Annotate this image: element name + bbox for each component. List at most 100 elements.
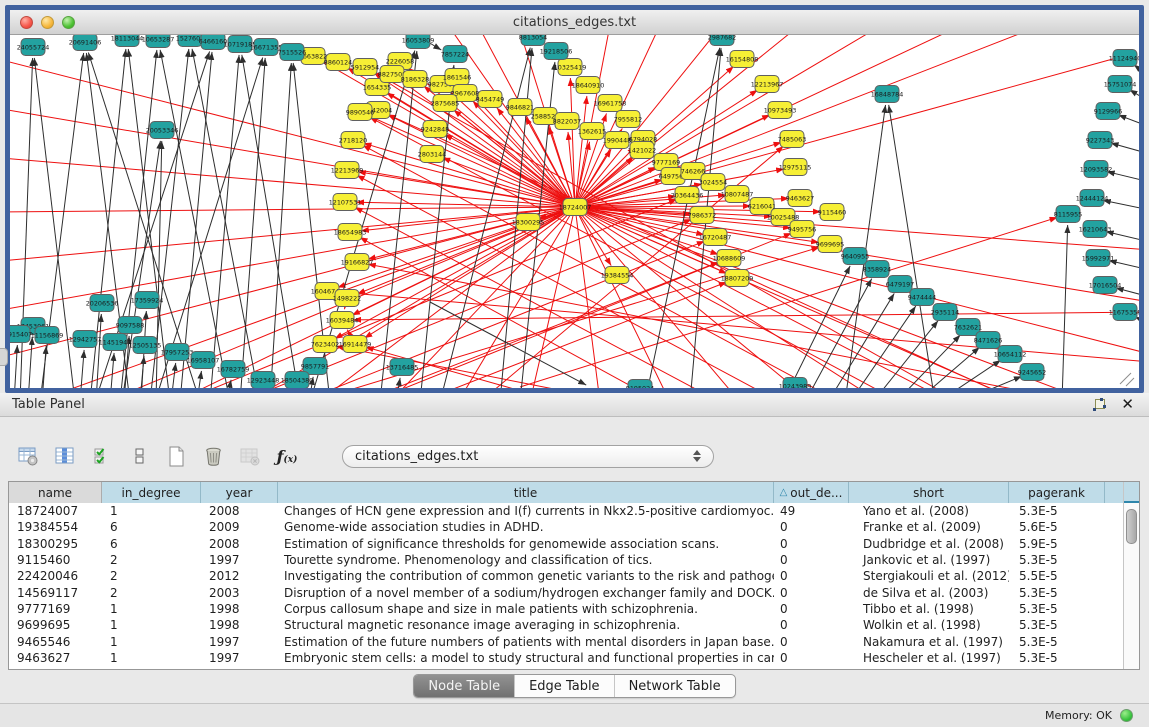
graph-node[interactable]: 10654112 — [994, 346, 1027, 363]
graph-node[interactable]: 9474444 — [908, 289, 936, 306]
graph-node[interactable]: 8454749 — [476, 91, 504, 108]
table-row[interactable]: 969969511998Structural magnetic resonanc… — [9, 617, 1139, 633]
graph-node[interactable]: 10973493 — [764, 102, 797, 119]
graph-node[interactable]: 8358924 — [863, 261, 891, 278]
graph-node[interactable]: 16848784 — [871, 86, 904, 103]
graph-node[interactable]: 17016504 — [1089, 277, 1122, 294]
graph-node[interactable]: 12213967 — [751, 76, 784, 93]
table-vertical-scrollbar[interactable] — [1123, 482, 1139, 669]
table-row[interactable]: 911546021997Tourette syndrome. Phenomeno… — [9, 552, 1139, 568]
graph-node[interactable]: 8186328 — [401, 71, 429, 88]
graph-node[interactable]: 9890546 — [346, 104, 374, 121]
graph-node[interactable]: 2718120 — [339, 132, 367, 149]
graph-node[interactable]: 16914479 — [339, 336, 372, 353]
graph-node[interactable]: 19218506 — [540, 43, 573, 60]
graph-node[interactable]: 18724007 — [559, 199, 592, 216]
table-row[interactable]: 977716911998Corpus callosum shape and si… — [9, 601, 1139, 617]
graph-node[interactable]: 7986372 — [688, 207, 716, 224]
graph-node[interactable]: 9115460 — [818, 204, 846, 221]
graph-node[interactable]: 10653287 — [142, 35, 175, 48]
graph-node[interactable]: 16720487 — [699, 229, 732, 246]
graph-node[interactable]: 10243989 — [779, 378, 812, 389]
graph-node[interactable]: 3024554 — [699, 174, 727, 191]
new-column-button[interactable] — [164, 444, 188, 468]
graph-node[interactable]: 6479197 — [886, 276, 914, 293]
graph-node[interactable]: 1421022 — [628, 142, 656, 159]
graph-node[interactable]: 11451947 — [99, 334, 132, 351]
table-row[interactable]: 1938455462009Genome-wide association stu… — [9, 519, 1139, 535]
graph-node[interactable]: 9699695 — [816, 236, 844, 253]
graph-node[interactable]: 12942757 — [69, 331, 102, 348]
graph-node[interactable]: 20364436 — [671, 187, 704, 204]
graph-node[interactable]: 19166827 — [341, 254, 374, 271]
graph-node[interactable]: 1498222 — [333, 290, 361, 307]
graph-node[interactable]: 1861546 — [443, 69, 471, 86]
window-titlebar[interactable]: citations_edges.txt — [10, 10, 1139, 35]
graph-node[interactable]: 18300295 — [512, 214, 545, 231]
graph-node[interactable]: 16961758 — [594, 95, 627, 112]
graph-node[interactable]: 11675358 — [1109, 304, 1139, 321]
graph-node[interactable]: 16154808 — [726, 51, 759, 68]
column-header-pagerank[interactable]: pagerank — [1009, 482, 1105, 503]
column-header-out-de-[interactable]: △out_de... — [774, 482, 849, 503]
graph-node[interactable]: 16039484 — [326, 312, 359, 329]
graph-node[interactable]: 12505135 — [129, 337, 162, 354]
graph-node[interactable]: 9640955 — [841, 248, 869, 265]
tab-edge-table[interactable]: Edge Table — [515, 675, 614, 697]
panel-collapse-handle[interactable] — [0, 348, 8, 366]
graph-node[interactable]: 10688609 — [713, 250, 746, 267]
graph-node[interactable]: 7955812 — [614, 111, 642, 128]
close-panel-icon[interactable]: ✕ — [1121, 398, 1134, 411]
table-row[interactable]: 1456911722003Disruption of a novel membe… — [9, 584, 1139, 600]
scrollbar-thumb[interactable] — [1126, 509, 1137, 544]
graph-node[interactable]: 19384554 — [601, 267, 634, 284]
graph-node[interactable]: 2875685 — [431, 95, 459, 112]
graph-node[interactable]: 9227343 — [1086, 132, 1114, 149]
graph-node[interactable]: 9195024 — [626, 380, 654, 389]
graph-node[interactable]: 9097588 — [116, 317, 144, 334]
graph-node[interactable]: 15751074 — [1104, 76, 1137, 93]
graph-node[interactable]: 11156869 — [31, 327, 64, 344]
graph-node[interactable]: 9245652 — [1018, 364, 1046, 381]
graph-node[interactable]: 16782759 — [217, 361, 250, 378]
tab-network-table[interactable]: Network Table — [615, 675, 735, 697]
graph-node[interactable]: 12107531 — [329, 194, 362, 211]
graph-node[interactable]: 3915407 — [10, 326, 32, 343]
graph-node[interactable]: 5912954 — [351, 59, 379, 76]
graph-node[interactable]: 12444124 — [1076, 190, 1109, 207]
graph-node[interactable]: 18640910 — [572, 77, 605, 94]
graph-node[interactable]: 18807209 — [721, 270, 754, 287]
graph-node[interactable]: 18504380 — [281, 372, 314, 389]
graph-node[interactable]: 16210643 — [1079, 221, 1112, 238]
graph-node[interactable]: 12093582 — [1080, 161, 1113, 178]
graph-node[interactable]: 16958107 — [187, 352, 220, 369]
graph-node[interactable]: 11124940 — [1109, 50, 1139, 67]
table-row[interactable]: 1830029562008Estimation of significance … — [9, 536, 1139, 552]
delete-column-button[interactable] — [201, 444, 225, 468]
graph-node[interactable]: 17359924 — [131, 292, 164, 309]
column-header-name[interactable]: name — [9, 482, 102, 503]
table-row[interactable]: 946554611997Estimation of the future num… — [9, 633, 1139, 649]
graph-node[interactable]: 20206536 — [86, 295, 119, 312]
graph-node[interactable]: 9495756 — [788, 221, 816, 238]
graph-node[interactable]: 2935114 — [931, 304, 959, 321]
graph-node[interactable]: 7515526 — [278, 44, 306, 61]
graph-node[interactable]: 7857224 — [441, 46, 469, 63]
graph-node[interactable]: 12975115 — [779, 159, 812, 176]
column-header-short[interactable]: short — [849, 482, 1009, 503]
column-header-year[interactable]: year — [201, 482, 278, 503]
float-panel-icon[interactable] — [1093, 398, 1106, 411]
graph-node[interactable]: 24055724 — [17, 39, 50, 56]
graph-node[interactable]: 2987682 — [708, 35, 736, 46]
graph-node[interactable]: 20691406 — [69, 35, 102, 51]
formula-button[interactable]: ƒ(x) — [275, 444, 299, 468]
graph-node[interactable]: 9463627 — [786, 190, 814, 207]
graph-node[interactable]: 9129966 — [1094, 103, 1122, 120]
close-window-button[interactable] — [20, 16, 33, 29]
column-header-title[interactable]: title — [278, 482, 774, 503]
minimize-window-button[interactable] — [41, 16, 54, 29]
show-columns-button[interactable] — [53, 444, 77, 468]
graph-node[interactable]: 8471626 — [974, 332, 1002, 349]
tab-node-table[interactable]: Node Table — [414, 675, 515, 697]
graph-node[interactable]: 8813054 — [519, 35, 547, 46]
